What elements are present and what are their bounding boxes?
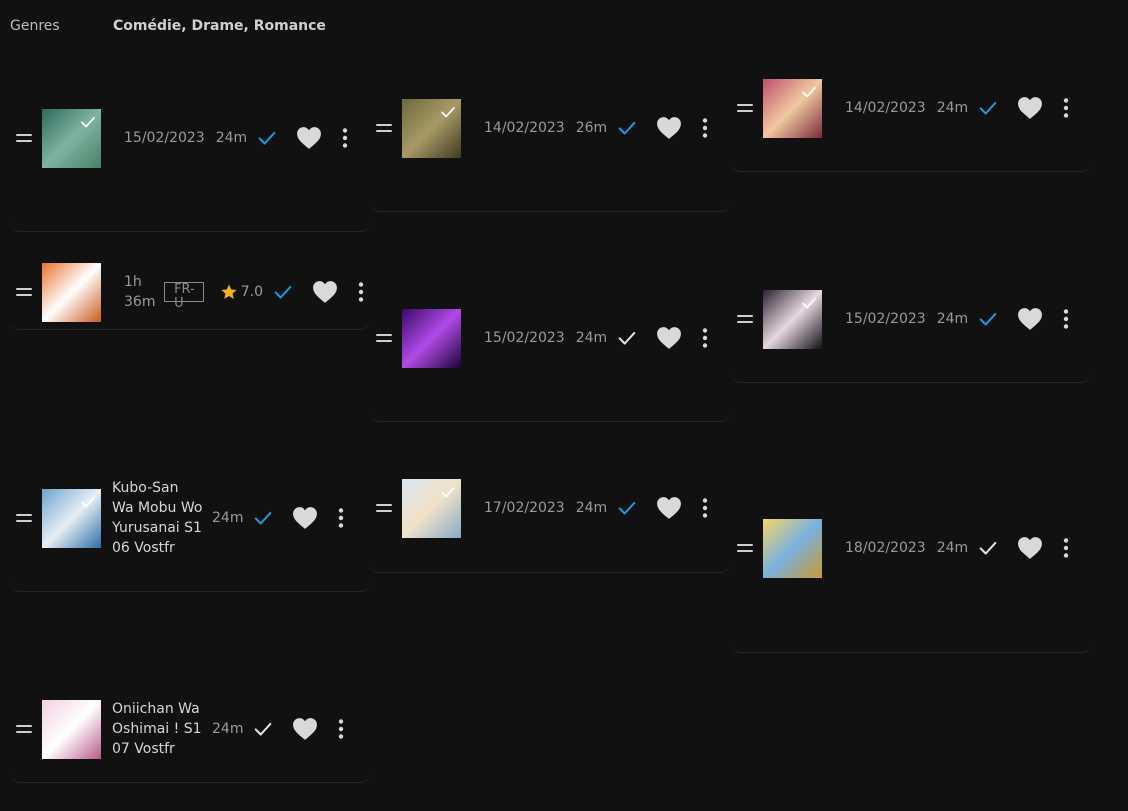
favorite-heart-icon[interactable] — [656, 326, 682, 350]
episode-date: 15/02/2023 — [484, 330, 565, 346]
favorite-heart-icon[interactable] — [1017, 536, 1043, 560]
watched-check-icon[interactable] — [977, 537, 999, 559]
drag-handle-icon[interactable] — [737, 544, 753, 552]
genres-label: Genres — [10, 18, 60, 34]
watched-check-icon[interactable] — [616, 117, 638, 139]
drag-handle-icon[interactable] — [376, 124, 392, 132]
more-options-icon[interactable] — [1057, 308, 1075, 330]
watched-check-icon[interactable] — [977, 97, 999, 119]
episode-thumbnail[interactable] — [42, 488, 101, 548]
episode-date: 18/02/2023 — [845, 540, 926, 556]
drag-handle-icon[interactable] — [16, 514, 32, 522]
episode-duration: 24m — [936, 540, 969, 556]
episode-date: 14/02/2023 — [484, 120, 565, 136]
movie-runtime: 1h 36m — [124, 274, 156, 310]
episode-thumbnail[interactable] — [763, 518, 822, 578]
episode-duration: 26m — [575, 120, 608, 136]
episode-title[interactable]: Oniichan Wa Oshimai ! S1 07 Vostfr — [112, 699, 204, 759]
rating-value: 7.0 — [240, 284, 263, 300]
age-rating-badge: FR-U — [164, 282, 204, 311]
episode-thumbnail[interactable] — [402, 98, 461, 158]
drag-handle-icon[interactable] — [16, 134, 32, 142]
episode-card[interactable]: 1h 36m FR-U 7.0 — [10, 240, 370, 330]
drag-handle-icon[interactable] — [376, 334, 392, 342]
watched-overlay-icon — [439, 103, 457, 121]
episode-date: 15/02/2023 — [124, 130, 205, 146]
episode-card[interactable]: 17/02/2023 24m — [370, 430, 730, 573]
favorite-heart-icon[interactable] — [656, 116, 682, 140]
watched-check-icon[interactable] — [252, 718, 274, 740]
favorite-heart-icon[interactable] — [1017, 96, 1043, 120]
drag-handle-icon[interactable] — [737, 315, 753, 323]
more-options-icon[interactable] — [332, 718, 350, 740]
drag-handle-icon[interactable] — [376, 504, 392, 512]
episode-date: 14/02/2023 — [845, 100, 926, 116]
more-options-icon[interactable] — [1057, 537, 1075, 559]
episode-card[interactable]: 14/02/2023 26m — [370, 50, 730, 212]
watched-overlay-icon — [800, 83, 818, 101]
watched-overlay-icon — [800, 294, 818, 312]
episode-duration: 24m — [936, 100, 969, 116]
episode-card[interactable]: 18/02/2023 24m — [731, 430, 1091, 653]
more-options-icon[interactable] — [352, 281, 370, 303]
episode-thumbnail[interactable] — [42, 262, 101, 322]
star-icon — [220, 283, 238, 301]
more-options-icon[interactable] — [332, 507, 350, 529]
episode-duration: 24m — [575, 500, 608, 516]
favorite-heart-icon[interactable] — [656, 496, 682, 520]
watched-overlay-icon — [79, 267, 97, 285]
drag-handle-icon[interactable] — [16, 288, 32, 296]
episode-thumbnail[interactable] — [763, 289, 822, 349]
favorite-heart-icon[interactable] — [292, 717, 318, 741]
watched-check-icon[interactable] — [252, 507, 274, 529]
watched-check-icon[interactable] — [977, 308, 999, 330]
episode-thumbnail[interactable] — [42, 699, 101, 759]
watched-check-icon[interactable] — [616, 327, 638, 349]
favorite-heart-icon[interactable] — [1017, 307, 1043, 331]
watched-overlay-icon — [439, 483, 457, 501]
genres-value: Comédie, Drame, Romance — [113, 18, 326, 34]
favorite-heart-icon[interactable] — [296, 126, 322, 150]
favorite-heart-icon[interactable] — [292, 506, 318, 530]
episode-thumbnail[interactable] — [402, 308, 461, 368]
episode-date: 15/02/2023 — [845, 311, 926, 327]
episode-duration: 24m — [212, 721, 244, 737]
episode-card[interactable]: Oniichan Wa Oshimai ! S1 07 Vostfr 24m — [10, 640, 370, 783]
favorite-heart-icon[interactable] — [312, 280, 338, 304]
watched-overlay-icon — [79, 493, 97, 511]
episode-duration: 24m — [575, 330, 608, 346]
more-options-icon[interactable] — [696, 327, 714, 349]
episode-card[interactable]: 15/02/2023 24m — [10, 50, 370, 232]
more-options-icon[interactable] — [696, 117, 714, 139]
drag-handle-icon[interactable] — [16, 725, 32, 733]
watched-check-icon[interactable] — [256, 127, 278, 149]
episode-thumbnail[interactable] — [402, 478, 461, 538]
more-options-icon[interactable] — [1057, 97, 1075, 119]
episode-duration: 24m — [215, 130, 248, 146]
watched-check-icon[interactable] — [616, 497, 638, 519]
episode-card[interactable]: 15/02/2023 24m — [731, 240, 1091, 383]
episode-duration: 24m — [212, 510, 244, 526]
episode-thumbnail[interactable] — [763, 78, 822, 138]
episode-duration: 24m — [936, 311, 969, 327]
drag-handle-icon[interactable] — [737, 104, 753, 112]
episode-card[interactable]: 15/02/2023 24m — [370, 240, 730, 422]
episode-card[interactable]: 14/02/2023 24m — [731, 50, 1091, 172]
episode-card[interactable]: Kubo-San Wa Mobu Wo Yurusanai S1 06 Vost… — [10, 430, 370, 592]
more-options-icon[interactable] — [336, 127, 354, 149]
more-options-icon[interactable] — [696, 497, 714, 519]
watched-overlay-icon — [79, 113, 97, 131]
episode-thumbnail[interactable] — [42, 108, 101, 168]
watched-check-icon[interactable] — [272, 281, 294, 303]
episode-title[interactable]: Kubo-San Wa Mobu Wo Yurusanai S1 06 Vost… — [112, 478, 204, 558]
episode-date: 17/02/2023 — [484, 500, 565, 516]
